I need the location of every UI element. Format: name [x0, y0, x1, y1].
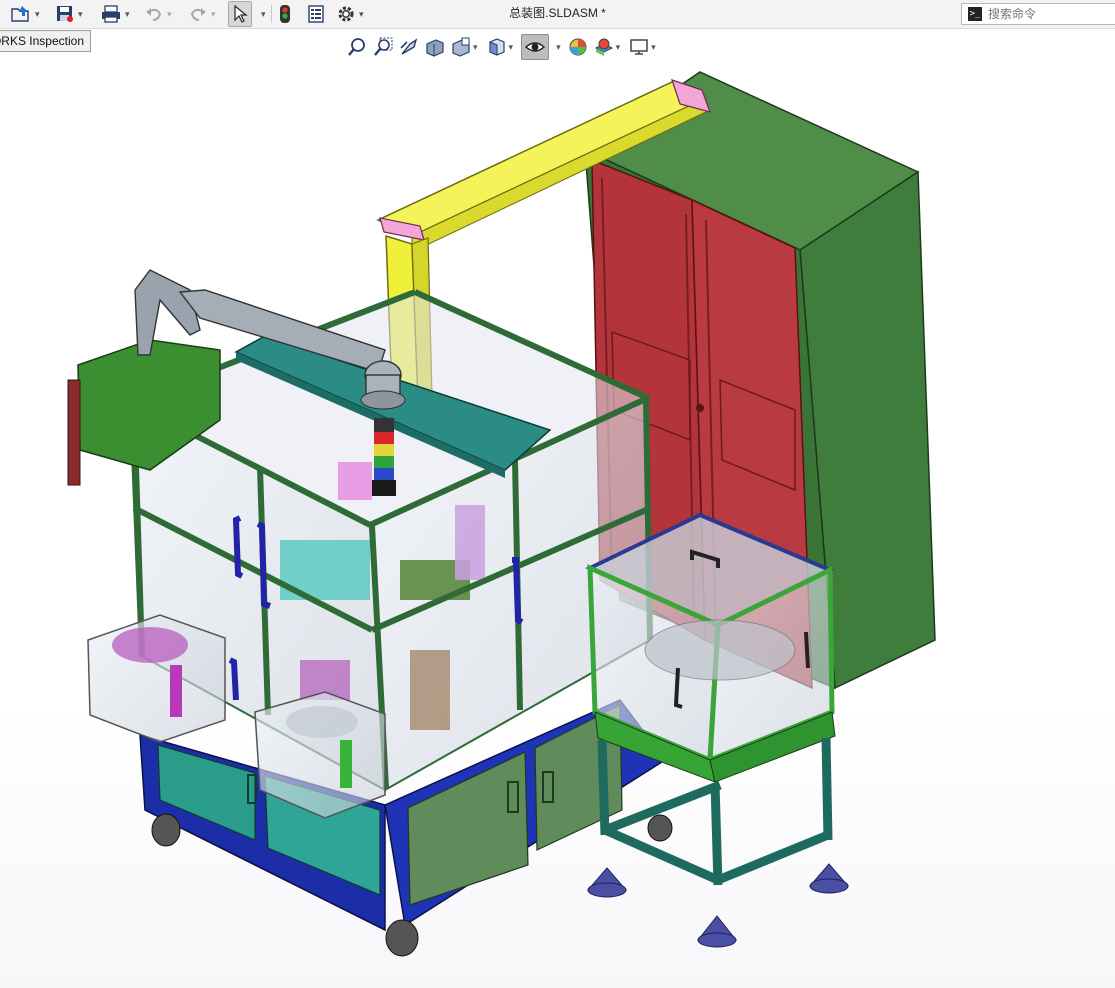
inspection-tab[interactable]: ORKS Inspection	[0, 30, 91, 52]
search-input[interactable]	[988, 5, 1108, 23]
scene-icon	[594, 38, 613, 56]
display-style-button[interactable]	[521, 34, 550, 60]
chevron-down-icon[interactable]: ▾	[556, 36, 561, 58]
signal-tower	[372, 418, 396, 496]
monitor-icon	[630, 39, 648, 55]
traffic-light-icon	[280, 5, 290, 23]
zoom-area-icon	[374, 37, 393, 56]
chevron-down-icon[interactable]: ▾	[35, 3, 40, 25]
chevron-down-icon[interactable]: ▾	[78, 3, 83, 25]
apply-scene-button[interactable]: ▾	[593, 35, 621, 59]
annotation-view-icon	[452, 37, 470, 57]
chevron-down-icon[interactable]: ▾	[509, 36, 514, 58]
chevron-down-icon[interactable]: ▾	[167, 3, 172, 25]
view-toolbar: ▾ ▾ ▾ ▾ ▾	[346, 34, 656, 60]
graphics-viewport[interactable]	[0, 29, 1115, 988]
open-button[interactable]: ▾	[10, 3, 40, 25]
rebuild-button[interactable]	[278, 3, 292, 25]
print-button[interactable]: ▾	[100, 3, 130, 25]
eye-display-icon	[524, 42, 546, 52]
command-prompt-icon: >_	[968, 7, 982, 21]
file-properties-icon	[308, 5, 324, 23]
print-icon	[102, 5, 120, 23]
select-button[interactable]	[228, 1, 252, 27]
chevron-down-icon[interactable]: ▾	[359, 3, 364, 25]
chevron-down-icon[interactable]: ▾	[473, 36, 478, 58]
previous-view-button[interactable]	[398, 35, 420, 59]
view-settings-button[interactable]: ▾	[628, 35, 656, 59]
zoom-fit-icon	[348, 38, 365, 56]
open-folder-icon	[11, 6, 29, 22]
view-cube-icon	[488, 38, 505, 56]
cursor-arrow-icon	[234, 4, 248, 23]
left-feeder-bowl[interactable]	[87, 614, 226, 743]
chevron-down-icon[interactable]: ▾	[261, 3, 266, 25]
zoom-to-fit-button[interactable]	[346, 35, 368, 59]
undo-button[interactable]: ▾	[144, 3, 172, 25]
assembly-model[interactable]	[0, 29, 1115, 988]
edit-appearance-button[interactable]	[567, 35, 589, 59]
chevron-down-icon[interactable]: ▾	[125, 3, 130, 25]
save-icon	[57, 6, 73, 22]
gear-icon	[338, 6, 354, 22]
section-view-icon	[426, 39, 444, 57]
options-button[interactable]: ▾	[336, 3, 364, 25]
redo-button[interactable]: ▾	[188, 3, 216, 25]
zoom-to-area-button[interactable]	[372, 35, 394, 59]
chevron-down-icon[interactable]: ▾	[616, 36, 621, 58]
inspection-tab-label: ORKS Inspection	[0, 34, 84, 48]
toolbar-separator	[271, 5, 272, 23]
annotation-view-button[interactable]: ▾	[450, 35, 478, 59]
file-properties-button[interactable]	[306, 3, 326, 25]
save-button[interactable]: ▾	[55, 3, 83, 25]
redo-icon	[190, 8, 206, 21]
search-commands-box[interactable]: >_	[961, 3, 1115, 25]
appearance-sphere-icon	[569, 38, 587, 56]
section-view-button[interactable]	[424, 35, 446, 59]
chevron-down-icon[interactable]: ▾	[651, 36, 656, 58]
vibratory-feeder-station[interactable]	[585, 512, 850, 948]
previous-view-icon	[400, 38, 418, 55]
title-bar: ▾ ▾ ▾ ▾ ▾ ▾ ▾ 总装图.SLDASM * >_ 搜索命令	[0, 0, 1115, 29]
chevron-down-icon[interactable]: ▾	[211, 3, 216, 25]
undo-icon	[146, 8, 162, 21]
view-orientation-button[interactable]: ▾	[486, 35, 514, 59]
